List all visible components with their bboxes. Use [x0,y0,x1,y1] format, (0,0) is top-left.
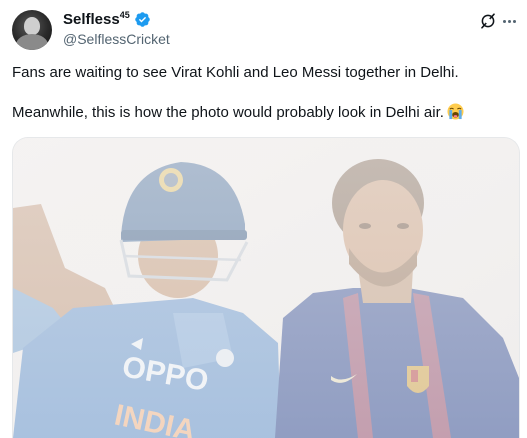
tweet-line-2: Meanwhile, this is how the photo would p… [12,103,517,123]
author-display-name[interactable]: Selfless45 [63,10,130,28]
loudly-crying-face-icon [447,103,464,120]
tweet-text: Fans are waiting to see Virat Kohli and … [12,63,517,123]
avatar-shoulders-shape [16,34,48,50]
more-dot [502,19,506,23]
author-handle[interactable]: @SelflessCricket [63,31,170,47]
tweet-line-1: Fans are waiting to see Virat Kohli and … [12,64,459,81]
tweet-media-photo[interactable]: OPPO INDIA [12,137,520,438]
avatar-head-shape [24,17,40,35]
author-name-row: Selfless45 [63,10,151,28]
verified-badge-icon [134,11,150,27]
tweet-line-2-text: Meanwhile, this is how the photo would p… [12,104,444,121]
author-display-name-text: Selfless [63,11,120,28]
avatar[interactable] [12,10,52,50]
more-dot [512,19,516,23]
author-display-name-sup: 45 [119,10,130,20]
more-options-icon[interactable] [501,12,517,30]
more-dot [507,19,511,23]
hazy-photo: OPPO INDIA [13,138,519,438]
grok-icon[interactable] [479,12,497,30]
